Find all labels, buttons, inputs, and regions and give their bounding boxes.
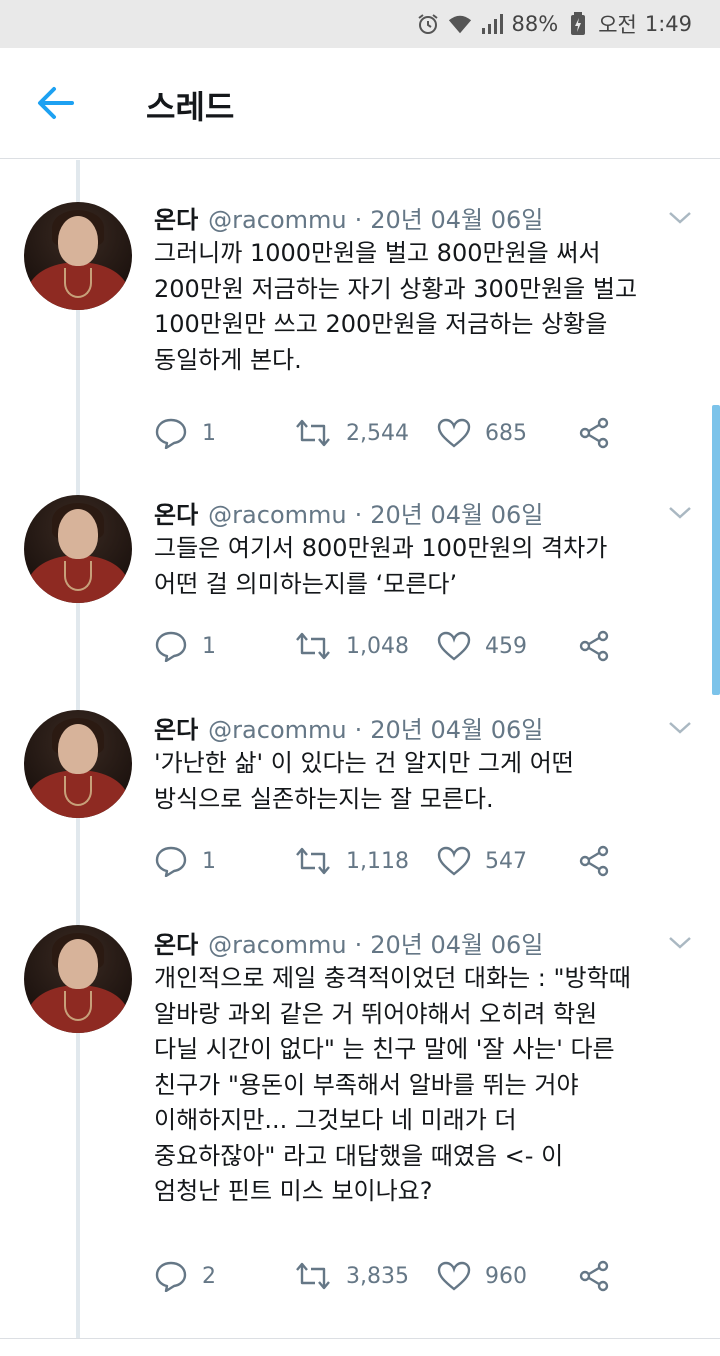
divider <box>0 1338 720 1339</box>
tweet-header: 온다 @racommu · 20년 04월 06일 <box>154 495 543 529</box>
tweet-actions: 1 1,118 547 <box>154 843 624 879</box>
alarm-icon <box>416 12 440 36</box>
tweet-text: 그러니까 1000만원을 벌고 800만원을 써서 200만원 저금하는 자기 … <box>154 239 638 374</box>
retweet-count: 3,835 <box>346 1263 409 1289</box>
status-bar: 88% 오전 1:49 <box>0 0 720 48</box>
retweet-icon <box>296 632 330 660</box>
reply-button[interactable]: 1 <box>154 415 216 451</box>
author-handle[interactable]: @racommu <box>208 501 346 529</box>
reply-button[interactable]: 1 <box>154 628 216 664</box>
avatar[interactable] <box>24 925 132 1033</box>
page-title: 스레드 <box>146 88 235 126</box>
reply-icon <box>155 846 187 877</box>
avatar[interactable] <box>24 495 132 603</box>
share-icon <box>579 630 609 662</box>
back-arrow-icon <box>38 87 74 119</box>
author-name[interactable]: 온다 <box>154 925 198 960</box>
clock-ampm: 오전 <box>598 13 637 37</box>
battery-icon <box>566 12 590 36</box>
separator: · <box>354 931 363 959</box>
tweet-date[interactable]: 20년 04월 06일 <box>370 710 543 745</box>
separator: · <box>354 206 363 234</box>
tweet[interactable]: 온다 @racommu · 20년 04월 06일 그들은 여기서 800만원과… <box>0 495 720 675</box>
share-button[interactable] <box>578 1258 610 1294</box>
heart-icon <box>437 846 471 876</box>
tweet-header: 온다 @racommu · 20년 04월 06일 <box>154 710 543 744</box>
retweet-button[interactable]: 1,118 <box>294 843 409 879</box>
separator: · <box>354 716 363 744</box>
retweet-count: 1,118 <box>346 848 409 874</box>
tweet-actions: 1 1,048 459 <box>154 628 624 664</box>
like-button[interactable]: 459 <box>437 628 527 664</box>
like-count: 960 <box>485 1263 527 1289</box>
retweet-button[interactable]: 1,048 <box>294 628 409 664</box>
avatar[interactable] <box>24 710 132 818</box>
chevron-down-icon[interactable] <box>666 931 694 953</box>
tweet-text: 그들은 여기서 800만원과 100만원의 격차가 어떤 걸 의미하는지를 ‘모… <box>154 534 608 598</box>
retweet-icon <box>296 847 330 875</box>
like-count: 685 <box>485 420 527 446</box>
author-name[interactable]: 온다 <box>154 200 198 235</box>
tweet-text: 개인적으로 제일 충격적이었던 대화는 : "방학때 알바랑 과외 같은 거 뛰… <box>154 964 631 1205</box>
like-count: 547 <box>485 848 527 874</box>
share-icon <box>579 417 609 449</box>
tweet-date[interactable]: 20년 04월 06일 <box>370 495 543 530</box>
retweet-icon <box>296 1262 330 1290</box>
retweet-button[interactable]: 2,544 <box>294 415 409 451</box>
retweet-button[interactable]: 3,835 <box>294 1258 409 1294</box>
like-button[interactable]: 547 <box>437 843 527 879</box>
app-header: 스레드 <box>0 48 720 159</box>
chevron-down-icon[interactable] <box>666 206 694 228</box>
scrollbar-thumb[interactable] <box>712 405 720 695</box>
author-name[interactable]: 온다 <box>154 710 198 745</box>
tweet-actions: 2 3,835 960 <box>154 1258 624 1294</box>
heart-icon <box>437 1261 471 1291</box>
chevron-down-icon[interactable] <box>666 501 694 523</box>
retweet-icon <box>296 419 330 447</box>
author-handle[interactable]: @racommu <box>208 931 346 959</box>
tweet[interactable]: 온다 @racommu · 20년 04월 06일 개인적으로 제일 충격적이었… <box>0 925 720 1325</box>
tweet-date[interactable]: 20년 04월 06일 <box>370 925 543 960</box>
share-button[interactable] <box>578 628 610 664</box>
share-button[interactable] <box>578 415 610 451</box>
heart-icon <box>437 418 471 448</box>
author-name[interactable]: 온다 <box>154 495 198 530</box>
retweet-count: 1,048 <box>346 633 409 659</box>
thread: 온다 @racommu · 20년 04월 06일 그러니까 1000만원을 벌… <box>0 160 720 1340</box>
like-button[interactable]: 960 <box>437 1258 527 1294</box>
signal-icon <box>480 12 504 36</box>
author-handle[interactable]: @racommu <box>208 716 346 744</box>
separator: · <box>354 501 363 529</box>
reply-icon <box>155 631 187 662</box>
like-button[interactable]: 685 <box>437 415 527 451</box>
reply-icon <box>155 418 187 449</box>
tweet[interactable]: 온다 @racommu · 20년 04월 06일 '가난한 삶' 이 있다는 … <box>0 710 720 890</box>
reply-count: 1 <box>202 848 216 874</box>
chevron-down-icon[interactable] <box>666 716 694 738</box>
tweet-header: 온다 @racommu · 20년 04월 06일 <box>154 200 543 234</box>
reply-icon <box>155 1261 187 1292</box>
like-count: 459 <box>485 633 527 659</box>
share-button[interactable] <box>578 843 610 879</box>
share-icon <box>579 845 609 877</box>
reply-count: 1 <box>202 420 216 446</box>
reply-button[interactable]: 1 <box>154 843 216 879</box>
heart-icon <box>437 631 471 661</box>
tweet-text: '가난한 삶' 이 있다는 건 알지만 그게 어떤 방식으로 실존하는지는 잘 … <box>154 749 574 813</box>
share-icon <box>579 1260 609 1292</box>
avatar[interactable] <box>24 202 132 310</box>
back-button[interactable] <box>34 83 78 123</box>
clock-time: 1:49 <box>644 12 692 36</box>
reply-count: 2 <box>202 1263 216 1289</box>
retweet-count: 2,544 <box>346 420 409 446</box>
reply-button[interactable]: 2 <box>154 1258 216 1294</box>
tweet-header: 온다 @racommu · 20년 04월 06일 <box>154 925 543 959</box>
tweet[interactable]: 온다 @racommu · 20년 04월 06일 그러니까 1000만원을 벌… <box>0 200 720 460</box>
tweet-actions: 1 2,544 685 <box>154 415 624 451</box>
reply-count: 1 <box>202 633 216 659</box>
battery-percent: 88% <box>511 12 559 36</box>
wifi-icon <box>448 12 472 36</box>
author-handle[interactable]: @racommu <box>208 206 346 234</box>
tweet-date[interactable]: 20년 04월 06일 <box>370 200 543 235</box>
